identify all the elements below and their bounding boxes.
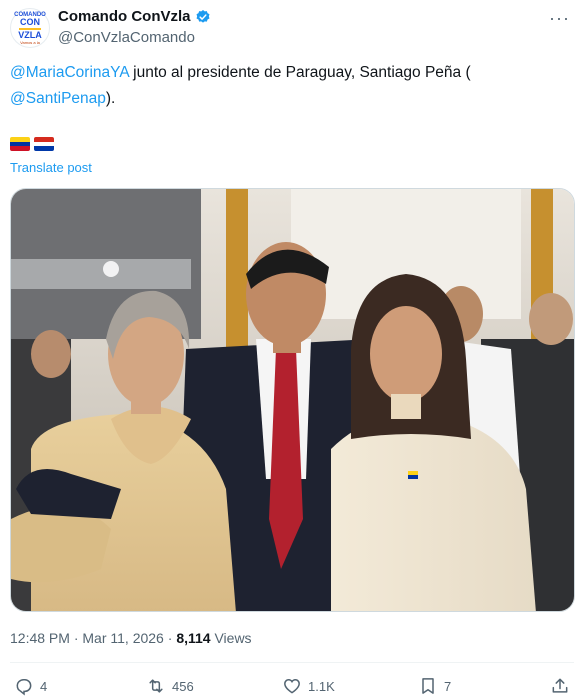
post-time[interactable]: 12:48 PM xyxy=(10,630,70,646)
post-header: COMANDO CON VZLA Vamos a la Comando ConV… xyxy=(10,8,572,52)
name-row: Comando ConVzla xyxy=(58,8,211,25)
post-date[interactable]: Mar 11, 2026 xyxy=(82,630,163,646)
tweet-text-part: junto al presidente de Paraguay, Santiag… xyxy=(128,64,471,81)
translate-post-link[interactable]: Translate post xyxy=(10,160,92,175)
bookmark-button[interactable]: 7 xyxy=(418,676,451,696)
views-label: Views xyxy=(210,630,252,646)
divider xyxy=(10,662,574,663)
verified-badge-icon xyxy=(196,9,209,23)
avatar-text-mid: CON xyxy=(20,16,40,27)
avatar-text-bottom: VZLA xyxy=(18,29,42,40)
like-button[interactable]: 1.1K xyxy=(282,676,335,696)
repost-button[interactable]: 456 xyxy=(146,676,194,696)
bookmark-count: 7 xyxy=(444,678,452,694)
action-bar: 4 456 1.1K 7 xyxy=(10,676,572,700)
author-handle[interactable]: @ConVzlaComando xyxy=(58,29,195,46)
more-options-icon[interactable]: ··· xyxy=(549,8,570,29)
share-icon xyxy=(552,678,568,693)
post-photo[interactable] xyxy=(10,188,575,612)
author-display-name[interactable]: Comando ConVzla xyxy=(58,8,191,25)
like-count: 1.1K xyxy=(308,678,335,694)
mention-link[interactable]: @SantiPenap xyxy=(10,90,106,107)
meta-separator: · xyxy=(69,630,83,646)
reply-icon xyxy=(16,679,32,696)
flag-emojis xyxy=(10,137,54,151)
meta-separator: · xyxy=(163,630,177,646)
reply-count: 4 xyxy=(40,678,48,694)
reply-button[interactable]: 4 xyxy=(14,676,47,696)
tweet-text: @MariaCorinaYA junto al presidente de Pa… xyxy=(10,60,565,112)
mention-link[interactable]: @MariaCorinaYA xyxy=(10,64,129,81)
views-count: 8,114 xyxy=(176,630,211,646)
bookmark-icon xyxy=(422,678,434,694)
photo-illustration xyxy=(11,189,574,611)
avatar-text-sub: Vamos a la xyxy=(20,39,40,45)
venezuela-flag-icon xyxy=(10,137,30,151)
avatar[interactable]: COMANDO CON VZLA Vamos a la xyxy=(10,8,50,48)
repost-icon xyxy=(149,679,163,693)
repost-count: 456 xyxy=(172,678,194,694)
paraguay-flag-icon xyxy=(34,137,54,151)
post-meta: 12:48 PM · Mar 11, 2026 · 8,114 Views xyxy=(10,630,252,646)
share-button[interactable] xyxy=(550,676,570,696)
tweet-text-part: ). xyxy=(105,90,116,107)
heart-icon xyxy=(284,678,300,694)
